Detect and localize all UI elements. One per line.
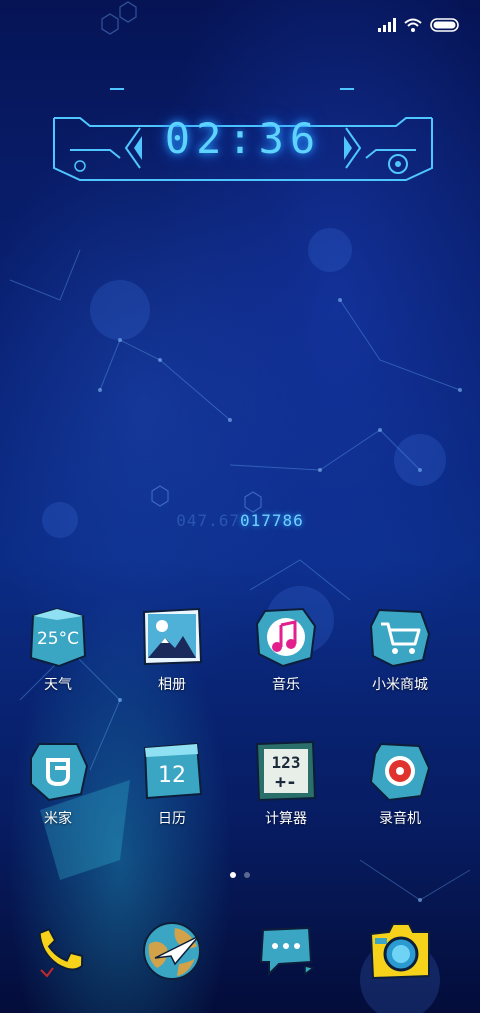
clock-widget[interactable]: 02:36: [50, 88, 436, 188]
app-row-1: 25°C 天气 相册 音乐 小米商城: [0, 606, 480, 694]
wifi-icon: [404, 18, 422, 32]
phone-icon: [25, 918, 91, 984]
app-calculator-label: 计算器: [265, 811, 307, 827]
calendar-icon: 12: [141, 740, 203, 802]
dock: [0, 918, 480, 984]
calendar-date: 12: [158, 763, 186, 788]
app-weather[interactable]: 25°C 天气: [2, 606, 114, 694]
readout-lit: 017786: [240, 511, 304, 530]
calculator-keys-top: 123: [272, 753, 301, 772]
dock-phone[interactable]: [2, 918, 114, 984]
calculator-icon: 123 +-: [255, 740, 317, 802]
status-bar: [378, 14, 460, 36]
app-mi-store[interactable]: 小米商城: [344, 606, 456, 694]
dock-camera[interactable]: [344, 918, 456, 984]
battery-icon: [430, 18, 459, 32]
music-icon: [255, 606, 317, 668]
clock-time: 02:36: [164, 114, 322, 163]
app-row-2: 米家 12 日历 123 +- 计算器 录音机: [0, 740, 480, 828]
weather-icon: 25°C: [27, 606, 89, 668]
camera-icon: [367, 918, 433, 984]
app-mi-store-label: 小米商城: [372, 677, 428, 693]
app-recorder[interactable]: 录音机: [344, 740, 456, 828]
app-weather-label: 天气: [44, 677, 72, 693]
page-dot-1[interactable]: [230, 872, 236, 878]
app-gallery-label: 相册: [158, 677, 186, 693]
signal-bars-icon: [378, 18, 396, 32]
shopping-cart-icon: [369, 606, 431, 668]
dock-messages[interactable]: [230, 918, 342, 984]
app-calendar[interactable]: 12 日历: [116, 740, 228, 828]
app-mi-home[interactable]: 米家: [2, 740, 114, 828]
page-indicator[interactable]: [0, 872, 480, 878]
app-calculator[interactable]: 123 +- 计算器: [230, 740, 342, 828]
app-music[interactable]: 音乐: [230, 606, 342, 694]
readout-dim: 047.67: [176, 511, 240, 530]
app-music-label: 音乐: [272, 677, 300, 693]
app-calendar-label: 日历: [158, 811, 186, 827]
recorder-icon: [369, 740, 431, 802]
calculator-keys-bottom: +-: [275, 772, 297, 793]
app-mi-home-label: 米家: [44, 811, 72, 827]
page-dot-2[interactable]: [244, 872, 250, 878]
browser-icon: [139, 918, 205, 984]
gallery-icon: [141, 606, 203, 668]
mi-home-icon: [27, 740, 89, 802]
app-gallery[interactable]: 相册: [116, 606, 228, 694]
messages-icon: [253, 918, 319, 984]
weather-temp: 25°C: [37, 629, 79, 649]
digital-readout: 047.67017786: [0, 511, 480, 530]
dock-browser[interactable]: [116, 918, 228, 984]
app-recorder-label: 录音机: [379, 811, 421, 827]
